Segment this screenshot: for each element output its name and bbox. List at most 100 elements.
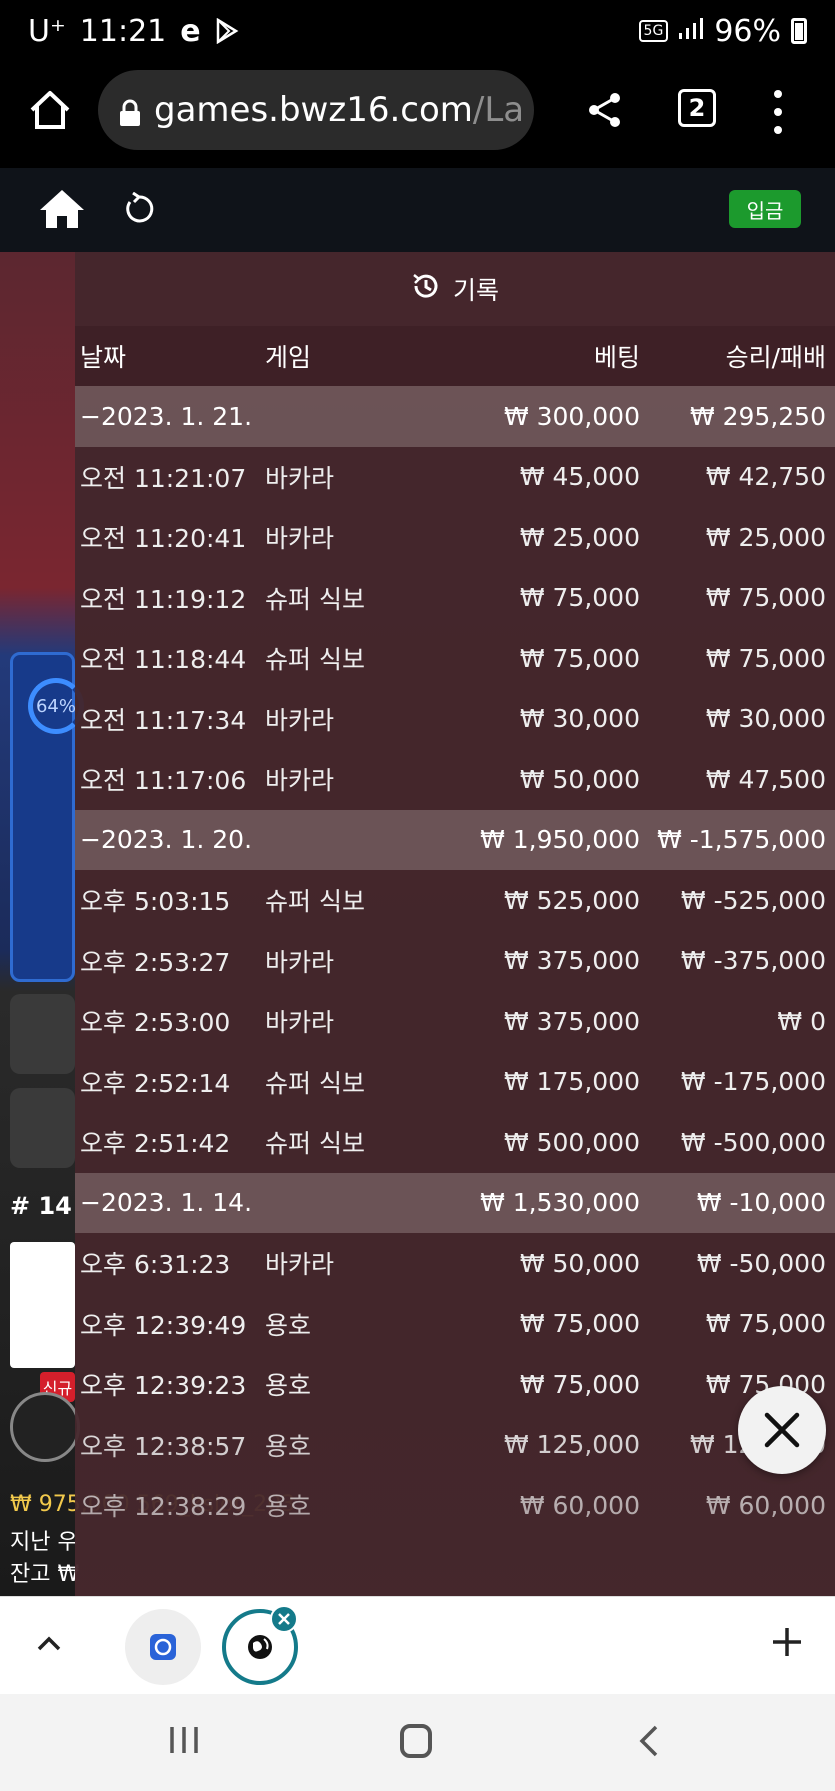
globe-icon	[248, 1635, 272, 1659]
history-entry-row: 오후 5:03:15 슈퍼 식보 ₩ 525,000 ₩ -525,000	[75, 870, 835, 931]
row-date: −2023. 1. 20.	[80, 825, 253, 855]
history-entry-row: 오후 12:38:29 용호 ₩ 60,000 ₩ 60,000	[75, 1475, 835, 1536]
row-time: 오전 11:17:34	[80, 705, 247, 735]
row-date: −2023. 1. 21.	[80, 401, 253, 431]
row-bet: ₩ 525,000	[503, 885, 640, 915]
history-rows: −2023. 1. 21. ₩ 300,000 ₩ 295,250 오전 11:21:…	[75, 386, 835, 1536]
column-date: 날짜	[80, 343, 127, 372]
round-number: # 14	[10, 1192, 72, 1220]
row-bet: ₩ 45,000	[519, 462, 640, 492]
browser-toolbar: games.bwz16.com/La 2	[0, 62, 835, 168]
row-bet: ₩ 75,000	[519, 583, 640, 613]
road-board	[10, 1242, 75, 1368]
history-panel: 기록 날짜 게임 베팅 승리/패배 −2023. 1. 21. ₩ 300,000…	[75, 252, 835, 1596]
history-entry-row: 오후 2:52:14 슈퍼 식보 ₩ 175,000 ₩ -175,000	[75, 1052, 835, 1113]
back-icon[interactable]	[636, 1724, 664, 1758]
close-history-button[interactable]	[738, 1386, 826, 1474]
balance-line-2: 지난 우	[10, 1530, 78, 1555]
row-time: 오후 5:03:15	[80, 887, 231, 917]
side-button[interactable]	[10, 994, 75, 1074]
row-game: 바카라	[265, 1008, 335, 1038]
refresh-icon[interactable]	[122, 191, 156, 226]
row-bet: ₩ 500,000	[503, 1127, 640, 1157]
row-game: 바카라	[265, 1250, 335, 1280]
history-entry-row: 오후 6:31:23 바카라 ₩ 50,000 ₩ -50,000	[75, 1233, 835, 1294]
row-result: ₩ -175,000	[680, 1067, 826, 1097]
new-tab-icon[interactable]	[770, 1625, 804, 1659]
row-time: 오후 12:38:29	[80, 1492, 247, 1522]
row-bet: ₩ 300,000	[503, 401, 640, 431]
lock-icon	[118, 96, 142, 126]
row-result: ₩ -500,000	[680, 1127, 826, 1157]
history-title-bar: 기록	[75, 252, 835, 326]
history-entry-row: 오후 2:53:27 바카라 ₩ 375,000 ₩ -375,000	[75, 931, 835, 992]
url-host: games.bwz16.com	[154, 90, 473, 130]
recent-apps-icon[interactable]	[168, 1724, 200, 1756]
url-bar[interactable]: games.bwz16.com/La	[98, 70, 534, 150]
row-game: 용호	[265, 1431, 312, 1461]
history-entry-row: 오전 11:17:34 바카라 ₩ 30,000 ₩ 30,000	[75, 689, 835, 750]
close-icon	[764, 1412, 800, 1448]
row-result: ₩ 30,000	[705, 704, 826, 734]
row-time: 오전 11:20:41	[80, 524, 247, 554]
row-game: 슈퍼 식보	[265, 645, 365, 675]
row-game: 용호	[265, 1492, 312, 1522]
tab-thumbnail-1[interactable]	[125, 1609, 201, 1685]
share-icon[interactable]	[585, 90, 625, 130]
row-result: ₩ 25,000	[705, 522, 826, 552]
row-bet: ₩ 50,000	[519, 1248, 640, 1278]
balance-line-3: 잔고 ₩	[10, 1562, 80, 1587]
battery-percent: 96%	[714, 13, 781, 49]
row-result: ₩ 75,000	[705, 1309, 826, 1339]
history-column-header: 날짜 게임 베팅 승리/패배	[75, 326, 835, 386]
network-type-icon: 5G	[638, 20, 669, 42]
close-tab-icon[interactable]	[270, 1605, 298, 1633]
deposit-button[interactable]: 입금	[729, 190, 801, 228]
row-result: ₩ 0	[777, 1006, 826, 1036]
row-result: ₩ 75,000	[705, 643, 826, 673]
row-bet: ₩ 25,000	[519, 522, 640, 552]
row-bet: ₩ 30,000	[519, 704, 640, 734]
browser-tab-strip	[0, 1596, 835, 1694]
more-menu-icon[interactable]	[768, 90, 788, 134]
system-home-icon[interactable]	[400, 1724, 432, 1758]
chip-button[interactable]	[10, 1392, 80, 1462]
row-date: −2023. 1. 14.	[80, 1188, 253, 1218]
history-title: 기록	[452, 276, 499, 305]
row-result: ₩ -50,000	[696, 1248, 826, 1278]
row-time: 오후 12:39:49	[80, 1310, 247, 1340]
side-button[interactable]	[10, 1088, 75, 1168]
history-icon	[411, 271, 441, 307]
row-result: ₩ 75,000	[705, 583, 826, 613]
history-entry-row: 오전 11:19:12 슈퍼 식보 ₩ 75,000 ₩ 75,000	[75, 568, 835, 629]
tab-switcher-button[interactable]: 2	[678, 89, 716, 127]
url-path: /La	[472, 90, 525, 130]
app-tab-icon	[150, 1634, 176, 1660]
history-date-row: −2023. 1. 20. ₩ 1,950,000 ₩ -1,575,000	[75, 809, 835, 870]
row-bet: ₩ 75,000	[519, 643, 640, 673]
row-result: ₩ -375,000	[680, 946, 826, 976]
row-result: ₩ 42,750	[705, 462, 826, 492]
row-result: ₩ 47,500	[705, 764, 826, 794]
row-game: 슈퍼 식보	[265, 1129, 365, 1159]
row-time: 오후 2:53:27	[80, 947, 231, 977]
row-game: 바카라	[265, 947, 335, 977]
row-game: 슈퍼 식보	[265, 1068, 365, 1098]
lobby-home-icon[interactable]	[38, 188, 86, 230]
row-time: 오후 12:39:23	[80, 1371, 247, 1401]
chevron-up-icon[interactable]	[34, 1629, 64, 1659]
row-bet: ₩ 60,000	[519, 1490, 640, 1520]
history-entry-row: 오전 11:20:41 바카라 ₩ 25,000 ₩ 25,000	[75, 507, 835, 568]
history-entry-row: 오후 12:39:49 용호 ₩ 75,000 ₩ 75,000	[75, 1294, 835, 1355]
row-game: 용호	[265, 1371, 312, 1401]
row-result: ₩ 295,250	[689, 401, 826, 431]
signal-icon	[678, 14, 704, 49]
row-bet: ₩ 375,000	[503, 946, 640, 976]
column-game: 게임	[265, 343, 312, 372]
row-bet: ₩ 375,000	[503, 1006, 640, 1036]
carrier-label: U⁺	[28, 13, 66, 49]
history-entry-row: 오후 12:38:57용호₩ 125,000₩ 125,000	[75, 1415, 835, 1476]
row-bet: ₩ 75,000	[519, 1369, 640, 1399]
browser-home-icon[interactable]	[28, 88, 72, 132]
row-bet: ₩ 175,000	[503, 1067, 640, 1097]
